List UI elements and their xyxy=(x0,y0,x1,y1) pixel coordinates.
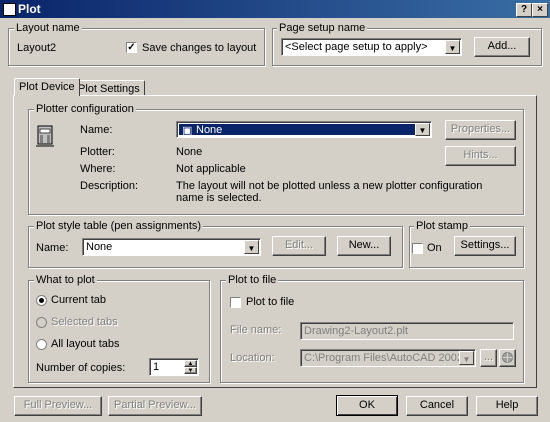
chevron-down-icon[interactable]: ▼ xyxy=(415,123,430,136)
title-bar: Plot ? × xyxy=(0,0,550,18)
where-value: Not applicable xyxy=(176,163,246,175)
plotter-name-label: Name: xyxy=(80,124,113,136)
window-title: Plot xyxy=(18,2,41,16)
plot-to-file-legend: Plot to file xyxy=(226,274,279,286)
plot-to-file-label[interactable]: Plot to file xyxy=(246,296,294,308)
page-setup-legend: Page setup name xyxy=(277,22,368,34)
full-preview-button[interactable]: Full Preview... xyxy=(14,396,102,416)
save-changes-checkbox[interactable]: ✓ xyxy=(126,42,137,53)
selected-tabs-label[interactable]: Selected tabs xyxy=(51,316,118,328)
plot-stamp-legend: Plot stamp xyxy=(414,220,470,232)
close-icon[interactable]: × xyxy=(532,3,548,17)
chevron-down-icon[interactable]: ▼ xyxy=(244,240,259,254)
plot-style-value: None xyxy=(86,241,113,253)
description-line-2: name is selected. xyxy=(176,192,262,204)
plot-stamp-on-label[interactable]: On xyxy=(427,242,442,254)
browse-location-button[interactable]: ... xyxy=(480,349,497,367)
tab-plot-device[interactable]: Plot Device xyxy=(14,78,80,96)
current-tab-radio[interactable] xyxy=(36,295,47,306)
copies-value: 1 xyxy=(153,361,160,373)
filename-input[interactable]: Drawing2-Layout2.plt xyxy=(300,322,514,340)
filename-value: Drawing2-Layout2.plt xyxy=(304,325,408,337)
plotter-name-select[interactable]: ▣ None ▼ xyxy=(176,121,432,138)
ok-button[interactable]: OK xyxy=(336,395,398,416)
plotter-config-legend: Plotter configuration xyxy=(34,103,136,115)
partial-preview-button[interactable]: Partial Preview... xyxy=(108,396,202,416)
page-setup-value: <Select page setup to apply> xyxy=(285,41,428,53)
tab-panel: Plotter configuration Name: ▣ None ▼ Plo… xyxy=(13,95,537,388)
app-icon xyxy=(3,3,16,16)
help-button[interactable]: Help xyxy=(476,396,538,416)
copies-stepper[interactable]: 1 ▲ ▼ xyxy=(149,358,199,376)
new-style-button[interactable]: New... xyxy=(337,236,391,256)
chevron-down-icon[interactable]: ▼ xyxy=(184,367,197,374)
printer-icon: ▣ xyxy=(182,125,193,137)
location-label: Location: xyxy=(230,352,275,364)
chevron-up-icon[interactable]: ▲ xyxy=(184,360,197,367)
plotter-icon xyxy=(36,125,54,147)
add-page-setup-button[interactable]: Add... xyxy=(474,37,530,57)
chevron-down-icon[interactable]: ▼ xyxy=(445,40,460,54)
hints-button[interactable]: Hints... xyxy=(445,146,516,166)
current-tab-label[interactable]: Current tab xyxy=(51,294,106,306)
all-tabs-radio[interactable] xyxy=(36,339,47,350)
edit-style-button[interactable]: Edit... xyxy=(272,236,326,256)
description-line-1: The layout will not be plotted unless a … xyxy=(176,180,483,192)
help-title-button[interactable]: ? xyxy=(516,3,532,17)
chevron-down-icon[interactable]: ▼ xyxy=(459,351,474,365)
plotter-name-value: None xyxy=(196,124,223,136)
description-label: Description: xyxy=(80,180,139,192)
properties-button[interactable]: Properties... xyxy=(445,120,516,140)
plotter-value: None xyxy=(176,146,203,158)
page-setup-select[interactable]: <Select page setup to apply> ▼ xyxy=(281,38,462,56)
plot-style-name-label: Name: xyxy=(36,242,69,254)
web-browse-icon[interactable] xyxy=(499,349,516,367)
layout-name-legend: Layout name xyxy=(14,22,82,34)
plot-style-legend: Plot style table (pen assignments) xyxy=(34,220,204,232)
tab-plot-settings[interactable]: Plot Settings xyxy=(73,80,145,95)
save-changes-label[interactable]: Save changes to layout xyxy=(142,42,256,54)
plot-style-select[interactable]: None ▼ xyxy=(82,238,261,256)
filename-label: File name: xyxy=(230,324,282,336)
location-value: C:\Program Files\AutoCAD 2002\ xyxy=(304,352,467,364)
what-to-plot-legend: What to plot xyxy=(34,274,97,286)
location-select[interactable]: C:\Program Files\AutoCAD 2002\ ▼ xyxy=(300,349,476,367)
all-tabs-label[interactable]: All layout tabs xyxy=(51,338,119,350)
plot-stamp-checkbox[interactable] xyxy=(412,243,423,254)
cancel-button[interactable]: Cancel xyxy=(406,396,468,416)
stamp-settings-button[interactable]: Settings... xyxy=(454,236,516,256)
plotter-label: Plotter: xyxy=(80,146,115,158)
copies-label: Number of copies: xyxy=(36,362,126,374)
selected-tabs-radio[interactable] xyxy=(36,317,47,328)
plot-to-file-checkbox[interactable] xyxy=(230,297,241,308)
where-label: Where: xyxy=(80,163,116,175)
layout-name-value: Layout2 xyxy=(17,42,57,54)
